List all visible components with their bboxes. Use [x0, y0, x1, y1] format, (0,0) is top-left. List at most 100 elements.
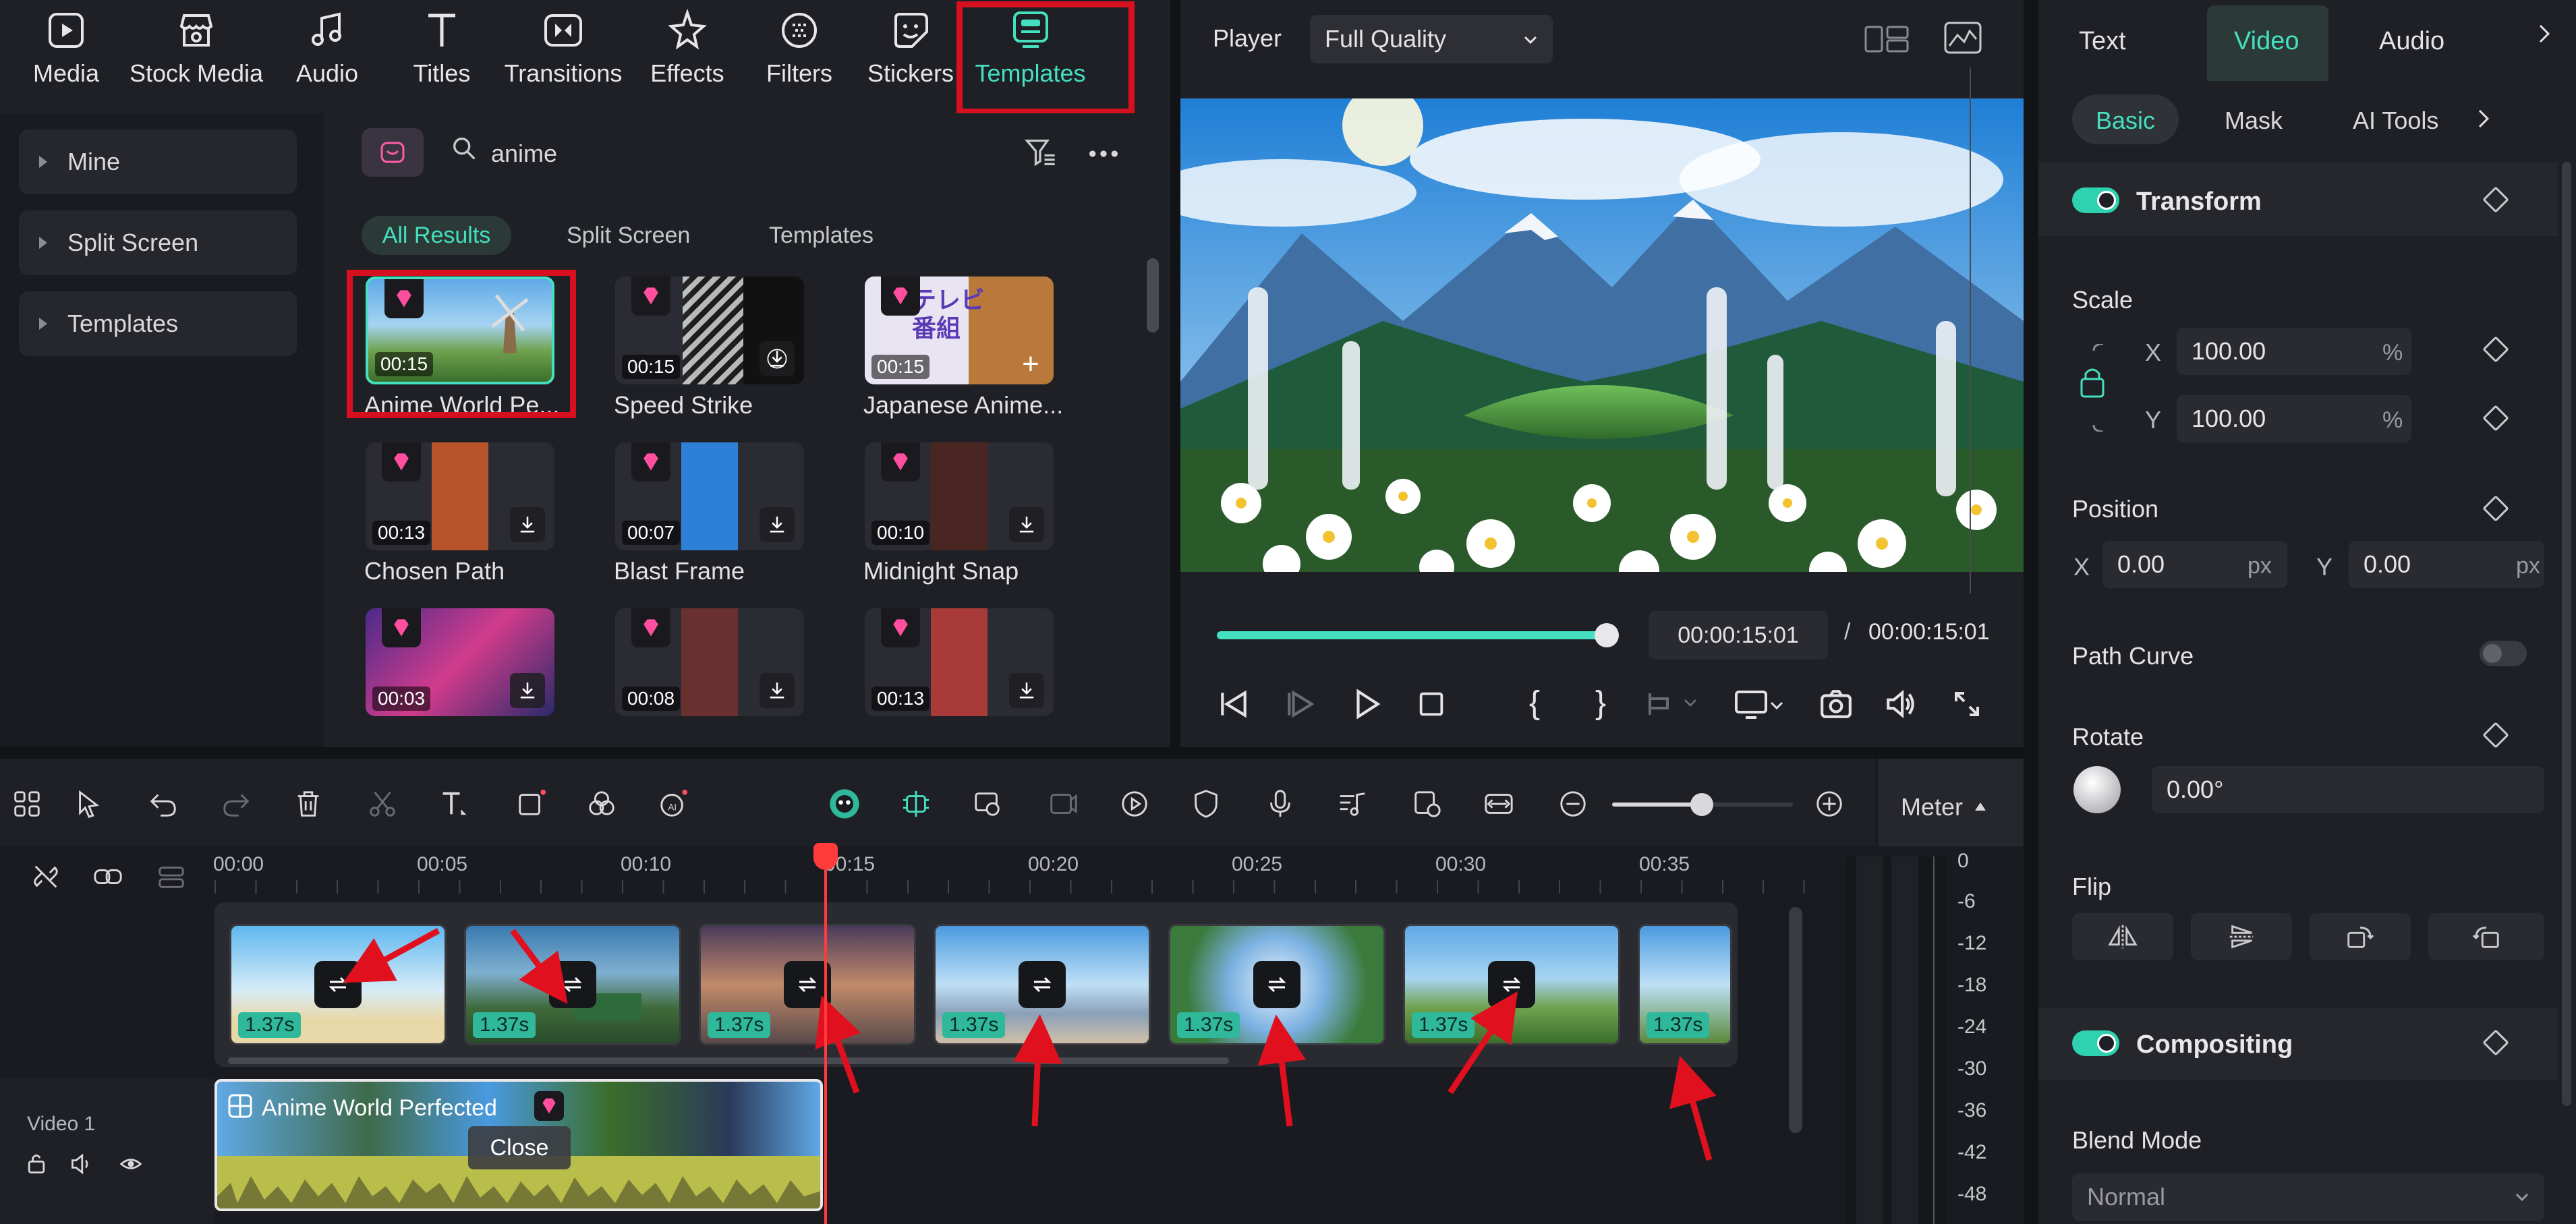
lock-track-icon[interactable] — [24, 1152, 51, 1179]
template-thumbnail[interactable]: 00:07 — [615, 442, 804, 550]
download-icon[interactable] — [1009, 507, 1044, 542]
download-icon[interactable] — [760, 673, 795, 708]
template-thumbnail[interactable]: 00:10 — [865, 442, 1054, 550]
layout-grid-icon[interactable] — [5, 782, 49, 825]
eye-icon[interactable] — [119, 1152, 146, 1179]
previous-frame-icon[interactable] — [1217, 685, 1251, 723]
subtab-ai-tools[interactable]: AI Tools — [2353, 107, 2438, 135]
download-icon[interactable] — [760, 341, 795, 376]
undo-icon[interactable] — [142, 782, 185, 825]
preview-render-icon[interactable] — [1406, 782, 1449, 825]
tab-titles[interactable]: Titles — [391, 7, 492, 108]
keyframe-icon[interactable] — [2482, 336, 2509, 363]
tab-audio[interactable]: Audio — [277, 7, 378, 108]
keyframe-icon[interactable] — [2482, 495, 2509, 522]
ai-tool-icon[interactable]: AI — [652, 782, 695, 825]
current-time[interactable]: 00:00:15:01 — [1649, 611, 1828, 660]
flip-horizontal-button[interactable] — [2072, 913, 2173, 960]
mark-out-button[interactable]: } — [1584, 681, 1618, 724]
fullscreen-icon[interactable] — [1948, 685, 1986, 723]
close-button[interactable]: Close — [468, 1126, 571, 1169]
tab-effects[interactable]: Effects — [637, 7, 738, 108]
lock-aspect-icon[interactable] — [2073, 344, 2114, 432]
subtab-mask[interactable]: Mask — [2225, 107, 2283, 135]
layout-icon[interactable] — [1863, 20, 1910, 58]
select-tool-icon[interactable] — [67, 782, 111, 825]
flip-vertical-button[interactable] — [2191, 913, 2292, 960]
scale-y-input[interactable]: 100.00 — [2177, 395, 2411, 442]
download-icon[interactable] — [1009, 673, 1044, 708]
template-thumbnail[interactable]: 00:13 — [865, 608, 1054, 716]
search-input[interactable]: anime — [491, 134, 896, 174]
template-thumbnail[interactable]: 00:08 — [615, 608, 804, 716]
tab-text[interactable]: Text — [2079, 27, 2126, 56]
track-settings-icon[interactable] — [150, 855, 193, 898]
shield-icon[interactable] — [1184, 782, 1228, 825]
ai-assistant-icon[interactable] — [823, 782, 866, 825]
tab-video[interactable]: Video — [2234, 27, 2299, 56]
tab-stickers[interactable]: Stickers — [860, 7, 961, 108]
motion-tracking-icon[interactable] — [1041, 782, 1085, 825]
filter-icon[interactable] — [1023, 135, 1060, 173]
playback-progress-handle[interactable] — [1595, 623, 1619, 647]
speed-icon[interactable] — [1113, 782, 1156, 825]
quality-dropdown[interactable]: Full Quality — [1310, 15, 1553, 63]
meter-label[interactable]: Meter — [1901, 793, 1963, 821]
next-frame-icon[interactable] — [1282, 685, 1319, 723]
video-preview[interactable] — [1180, 98, 2024, 572]
inspector-scrollbar[interactable] — [2562, 162, 2571, 1106]
playhead[interactable] — [824, 844, 827, 1224]
download-icon[interactable] — [760, 507, 795, 542]
stop-icon[interactable] — [1412, 685, 1450, 723]
color-icon[interactable] — [580, 782, 623, 825]
volume-icon[interactable] — [1882, 685, 1920, 723]
add-icon[interactable]: + — [1017, 349, 1044, 379]
rotate-clockwise-button[interactable] — [2310, 913, 2411, 960]
template-thumbnail[interactable]: 00:13 — [366, 442, 554, 550]
audio-beat-icon[interactable] — [1330, 782, 1373, 825]
keyframe-icon[interactable] — [2482, 405, 2509, 432]
delete-icon[interactable] — [287, 782, 330, 825]
magnetic-snap-icon[interactable] — [894, 782, 938, 825]
sidebar-item-templates[interactable]: Templates — [19, 291, 297, 356]
mute-track-icon[interactable] — [69, 1152, 96, 1179]
library-scrollbar[interactable] — [1147, 258, 1159, 332]
redo-icon[interactable] — [214, 782, 258, 825]
filter-templates[interactable]: Templates — [769, 216, 917, 255]
subtab-basic[interactable]: Basic — [2096, 107, 2155, 135]
unlink-icon[interactable] — [24, 855, 67, 898]
position-y-input[interactable]: 0.00 — [2349, 541, 2544, 588]
tab-audio[interactable]: Audio — [2379, 27, 2444, 56]
split-icon[interactable] — [361, 782, 404, 825]
mark-in-button[interactable]: { — [1518, 681, 1551, 724]
ai-search-button[interactable] — [362, 128, 424, 177]
filter-all-results[interactable]: All Results — [362, 216, 511, 255]
snapshot-icon[interactable] — [1817, 685, 1855, 723]
filter-split-screen[interactable]: Split Screen — [567, 216, 715, 255]
scale-x-input[interactable]: 100.00 — [2177, 328, 2411, 375]
playhead-handle[interactable] — [813, 843, 838, 870]
insert-options-icon[interactable] — [1644, 685, 1705, 723]
rotate-dial[interactable] — [2073, 766, 2121, 813]
download-icon[interactable] — [510, 673, 545, 708]
fit-timeline-icon[interactable] — [1477, 782, 1520, 825]
download-icon[interactable] — [510, 507, 545, 542]
tab-filters[interactable]: Filters — [749, 7, 850, 108]
template-clip[interactable]: Anime World Perfected Close — [214, 1079, 823, 1211]
transform-toggle[interactable] — [2072, 187, 2119, 213]
sidebar-item-split-screen[interactable]: Split Screen — [19, 210, 297, 275]
path-curve-toggle[interactable] — [2480, 641, 2527, 666]
template-thumbnail[interactable]: 00:15 — [615, 276, 804, 384]
chevron-right-icon[interactable] — [2531, 20, 2565, 61]
zoom-in-icon[interactable] — [1808, 782, 1851, 825]
auto-ripple-icon[interactable] — [966, 782, 1009, 825]
tab-stock-media[interactable]: Stock Media — [125, 7, 267, 108]
rotate-input[interactable]: 0.00° — [2152, 766, 2544, 813]
template-thumbnail[interactable]: 00:03 — [366, 608, 554, 716]
timeline-scrollbar[interactable] — [1789, 907, 1802, 1133]
keyframe-icon[interactable] — [2482, 722, 2509, 749]
compositing-toggle[interactable] — [2072, 1030, 2119, 1056]
template-thumbnail[interactable]: テレビ 番組 00:15 + — [865, 276, 1054, 384]
link-icon[interactable] — [86, 855, 130, 898]
chevron-right-icon[interactable] — [2470, 105, 2497, 135]
